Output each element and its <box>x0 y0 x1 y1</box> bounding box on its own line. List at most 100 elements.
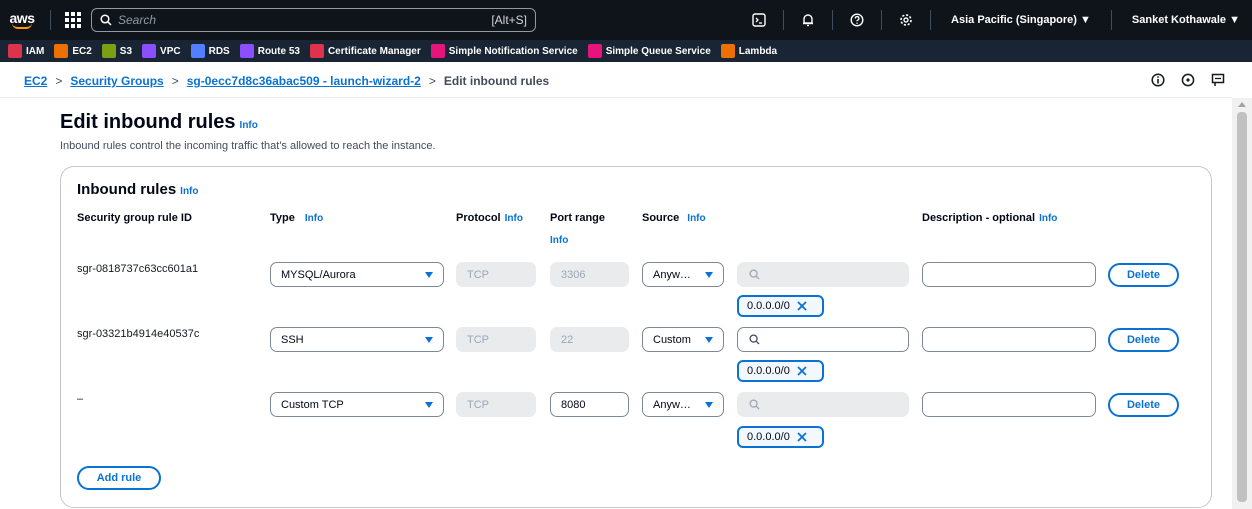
help-icon[interactable] <box>841 4 873 36</box>
port-range-info-text: Info <box>550 235 569 246</box>
favorite-vpc[interactable]: VPC <box>142 44 181 58</box>
type-select[interactable]: SSH <box>270 327 444 352</box>
page-info-link[interactable]: Info <box>240 120 258 131</box>
col-header-source-text: Source <box>642 212 680 224</box>
type-select[interactable]: Custom TCP <box>270 392 444 417</box>
favorite-sqs[interactable]: Simple Queue Service <box>587 44 711 58</box>
header-divider <box>0 97 1232 98</box>
source-select[interactable]: Anyw… <box>642 392 724 417</box>
close-icon[interactable] <box>796 431 808 443</box>
account-menu[interactable]: Sanket Kothawale ▼ <box>1120 14 1252 26</box>
breadcrumb-security-group[interactable]: sg-0ecc7d8c36abac509 - launch-wizard-2 <box>187 74 421 88</box>
cidr-token-value: 0.0.0.0/0 <box>747 365 790 377</box>
add-rule-button[interactable]: Add rule <box>77 466 161 490</box>
favorite-ec2[interactable]: EC2 <box>54 44 92 58</box>
description-input[interactable] <box>922 262 1096 287</box>
nav-icons: Asia Pacific (Singapore) ▼ Sanket Kothaw… <box>743 4 1252 36</box>
source-info-link[interactable]: Info <box>687 213 705 224</box>
protocol-info-link[interactable]: Info <box>505 213 523 224</box>
utility-icons <box>1150 72 1226 88</box>
col-header-rule-id: Security group rule ID <box>77 212 192 224</box>
protocol-field: TCP <box>456 392 536 417</box>
nav-divider <box>832 10 834 30</box>
favorite-certificate-manager[interactable]: Certificate Manager <box>309 44 421 58</box>
favorite-iam[interactable]: IAM <box>8 44 44 58</box>
favorite-sns[interactable]: Simple Notification Service <box>430 44 578 58</box>
breadcrumb-current: Edit inbound rules <box>443 74 550 88</box>
source-select[interactable]: Custom <box>642 327 724 352</box>
sns-icon <box>430 44 445 58</box>
port-range-info-link[interactable]: Info <box>550 234 568 246</box>
page-description: Inbound rules control the incoming traff… <box>60 140 436 152</box>
region-selector[interactable]: Asia Pacific (Singapore) ▼ <box>939 14 1103 26</box>
delete-button[interactable]: Delete <box>1108 393 1179 417</box>
favorites-bar: IAM EC2 S3 VPC RDS Route 53 Certificate … <box>0 40 1252 62</box>
rds-icon <box>190 44 205 58</box>
cidr-search-input[interactable] <box>737 327 909 352</box>
source-select[interactable]: Anyw… <box>642 262 724 287</box>
page-scrollbar[interactable] <box>1232 98 1252 509</box>
port-range-input[interactable]: 8080 <box>550 392 629 417</box>
caret-down-icon <box>425 272 433 278</box>
breadcrumb-security-groups[interactable]: Security Groups <box>70 74 163 88</box>
services-grid-icon[interactable] <box>65 12 81 28</box>
search-shortcut: [Alt+S] <box>491 13 527 27</box>
favorite-s3[interactable]: S3 <box>101 44 132 58</box>
favorite-rds[interactable]: RDS <box>190 44 230 58</box>
cloudshell-icon[interactable] <box>743 4 775 36</box>
source-select-value: Anyw… <box>653 398 691 411</box>
search-icon <box>748 269 760 281</box>
favorite-lambda[interactable]: Lambda <box>720 44 777 58</box>
search-box[interactable]: Search [Alt+S] <box>91 8 536 32</box>
type-select[interactable]: MYSQL/Aurora <box>270 262 444 287</box>
s3-icon <box>101 44 116 58</box>
cidr-search-input <box>737 392 909 417</box>
type-info-link[interactable]: Info <box>305 213 323 224</box>
gear-icon[interactable] <box>890 4 922 36</box>
certificate-manager-icon <box>309 44 324 58</box>
scrollbar-thumb[interactable] <box>1237 112 1247 502</box>
delete-button[interactable]: Delete <box>1108 263 1179 287</box>
caret-down-icon <box>705 402 713 408</box>
col-header-protocol: Protocol Info <box>456 212 523 224</box>
description-input[interactable] <box>922 327 1096 352</box>
description-info-link[interactable]: Info <box>1039 213 1057 224</box>
scroll-up-icon[interactable] <box>1238 102 1246 107</box>
chevron-right-icon: > <box>171 74 179 88</box>
caret-down-icon <box>705 337 713 343</box>
port-range-input: 3306 <box>550 262 629 287</box>
nav-divider <box>50 10 51 30</box>
rule-id: sgr-03321b4914e40537c <box>77 328 200 340</box>
search-icon <box>748 334 760 346</box>
type-select-value: SSH <box>281 333 304 346</box>
description-input[interactable] <box>922 392 1096 417</box>
col-header-port-range: Port range <box>550 212 606 224</box>
port-range-value: 22 <box>561 333 574 346</box>
inbound-rules-container: Inbound rules Info Security group rule ID… <box>60 166 1212 508</box>
chevron-right-icon: > <box>428 74 436 88</box>
history-icon[interactable] <box>1180 72 1196 88</box>
source-select-value: Custom <box>653 333 691 346</box>
nav-divider <box>930 10 932 30</box>
inbound-rules-info-link[interactable]: Info <box>180 186 198 197</box>
protocol-value: TCP <box>467 268 489 281</box>
inbound-rules-title: Inbound rules Info <box>77 181 199 198</box>
favorite-route53[interactable]: Route 53 <box>239 44 300 58</box>
rule-id: sgr-0818737c63cc601a1 <box>77 263 199 275</box>
info-circle-icon[interactable] <box>1150 72 1166 88</box>
aws-logo-text: aws <box>9 9 35 26</box>
col-header-protocol-text: Protocol <box>456 212 501 224</box>
aws-logo[interactable]: aws <box>2 0 42 40</box>
cidr-search-input <box>737 262 909 287</box>
close-icon[interactable] <box>796 365 808 377</box>
delete-button[interactable]: Delete <box>1108 328 1179 352</box>
protocol-value: TCP <box>467 333 489 346</box>
caret-down-icon <box>705 272 713 278</box>
inbound-rules-title-text: Inbound rules <box>77 181 177 198</box>
breadcrumb-ec2[interactable]: EC2 <box>24 74 47 88</box>
close-icon[interactable] <box>796 300 808 312</box>
page-title: Edit inbound rules Info <box>60 111 258 134</box>
feedback-icon[interactable] <box>1210 72 1226 88</box>
col-header-description-text: Description - optional <box>922 212 1036 224</box>
bell-icon[interactable] <box>792 4 824 36</box>
